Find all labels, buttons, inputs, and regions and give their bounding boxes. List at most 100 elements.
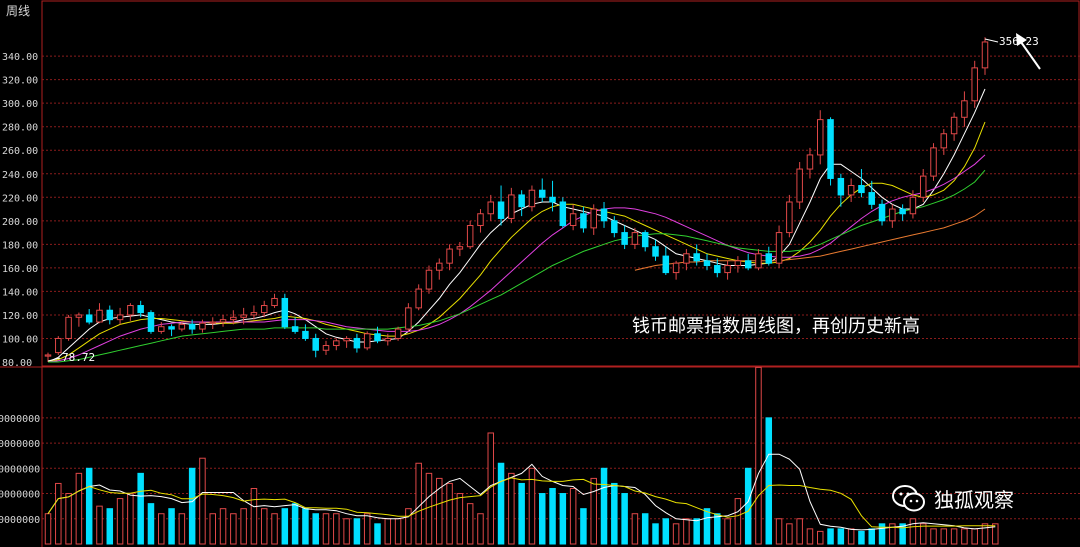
candle-body	[374, 333, 381, 342]
price-tick-label: 300.00	[2, 99, 38, 110]
candle-body	[744, 260, 752, 269]
candle-body	[85, 314, 93, 323]
candle-body	[44, 354, 52, 357]
volume-bar	[168, 508, 175, 545]
candle-body	[456, 246, 464, 250]
price-tick-label: 280.00	[2, 123, 38, 134]
candle-body	[137, 305, 144, 314]
volume-bar	[178, 513, 186, 545]
volume-bar	[621, 493, 628, 545]
candle-body	[116, 314, 124, 321]
candle-body	[662, 255, 670, 274]
volume-bar	[827, 528, 834, 545]
candle	[271, 293, 278, 308]
candle-body	[734, 260, 742, 267]
candle	[333, 338, 340, 351]
volume-bar	[456, 493, 464, 545]
candle-body	[961, 100, 968, 118]
volume-tick-label: 40000000	[0, 439, 40, 450]
candle	[405, 303, 412, 332]
candle	[899, 204, 906, 221]
candle	[549, 180, 556, 212]
candle	[106, 305, 114, 325]
candle-body	[868, 192, 875, 205]
candle	[683, 249, 690, 271]
candle-body	[425, 269, 433, 290]
volume-bar	[147, 503, 155, 545]
stock-chart: 80.00 100.00 120.00 140.00 160.00 180.00 200.0…	[0, 0, 1080, 547]
candle	[508, 187, 515, 224]
candle	[209, 317, 216, 330]
price-tick-label: 100.00	[2, 334, 38, 345]
volume-bar	[137, 472, 144, 545]
volume-bar	[374, 523, 381, 545]
volume-bar	[415, 462, 422, 545]
candle	[343, 336, 350, 348]
price-tick-label: 240.00	[2, 170, 38, 181]
candle	[363, 331, 371, 351]
candle-body	[271, 297, 278, 307]
candle	[950, 112, 958, 141]
candle	[961, 91, 968, 127]
volume-bar	[930, 528, 937, 545]
candle	[600, 201, 608, 228]
candle-body	[497, 201, 505, 219]
volume-bar	[322, 513, 330, 545]
chart-title: 周线	[6, 4, 30, 18]
volume-bar	[96, 505, 103, 545]
candle	[919, 169, 927, 202]
candle	[538, 178, 546, 202]
price-tick-label: 140.00	[2, 287, 38, 298]
candle-body	[405, 307, 412, 330]
candle-body	[209, 321, 216, 324]
volume-bar	[611, 482, 618, 545]
volume-bar	[446, 482, 453, 545]
volume-bar	[580, 508, 587, 545]
candle	[744, 253, 752, 271]
volume-bar	[765, 417, 773, 545]
candle-body	[96, 309, 103, 323]
volume-bar	[425, 472, 433, 545]
candle	[312, 333, 319, 358]
candle-body	[786, 201, 793, 234]
candle-body	[590, 208, 597, 229]
candle	[703, 253, 711, 271]
volume-bar	[312, 513, 319, 545]
volume-bar	[775, 518, 783, 545]
volume-bar	[724, 518, 731, 545]
candle-body	[394, 328, 402, 339]
volume-bar	[538, 493, 546, 545]
volume-bar	[806, 528, 814, 545]
candle-body	[436, 262, 443, 271]
price-tick-label: 160.00	[2, 264, 38, 275]
candle-body	[878, 203, 886, 222]
candle-body	[291, 326, 299, 332]
volume-bar	[199, 457, 206, 545]
volume-bar	[44, 513, 52, 545]
volume-bar	[652, 523, 659, 545]
candle	[847, 178, 855, 202]
candle	[611, 216, 618, 238]
volume-bar	[868, 528, 875, 545]
volume-tick-label: 20000000	[0, 490, 40, 501]
volume-bar	[230, 513, 237, 545]
volume-bar	[950, 528, 958, 545]
volume-bar	[281, 508, 289, 545]
candle-body	[930, 147, 937, 177]
volume-bar	[55, 482, 62, 545]
price-tick-label: 340.00	[2, 52, 38, 63]
volume-bar	[744, 467, 752, 545]
candle-body	[796, 168, 803, 203]
volume-bar	[394, 518, 402, 545]
candle-body	[827, 119, 834, 179]
candle	[219, 314, 227, 327]
volume-bar	[714, 513, 721, 545]
candle	[878, 199, 886, 226]
price-tick-label: 120.00	[2, 311, 38, 322]
candle	[116, 307, 124, 325]
volume-bar	[961, 528, 968, 545]
candle	[518, 190, 525, 217]
brand-watermark: 独孤观察	[892, 484, 1014, 513]
candle	[497, 185, 505, 226]
candle-body	[621, 232, 628, 245]
